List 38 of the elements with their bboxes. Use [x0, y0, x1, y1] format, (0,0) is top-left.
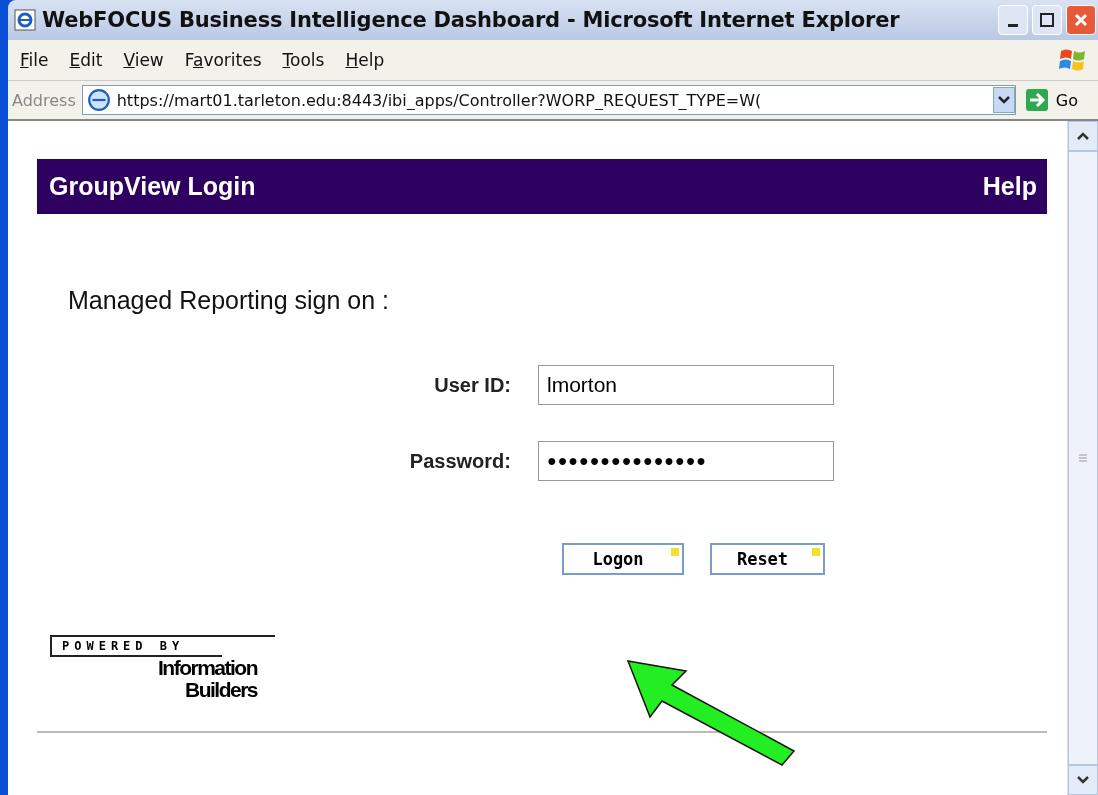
logon-button[interactable]: Logon — [562, 543, 684, 575]
maximize-button[interactable] — [1032, 5, 1062, 35]
help-link[interactable]: Help — [982, 172, 1037, 201]
field-label: Password: — [408, 449, 511, 473]
field-label: User ID: — [433, 373, 511, 397]
vertical-scrollbar[interactable] — [1067, 121, 1098, 795]
close-icon — [1073, 12, 1089, 28]
window-title: WebFOCUS Business Intelligence Dashboard - Microsoft Internet Explorer — [42, 8, 900, 32]
minimize-icon — [1008, 23, 1018, 27]
logo-text: Information — [158, 657, 257, 680]
menu-item[interactable]: File — [12, 50, 62, 70]
chevron-down-icon — [997, 95, 1010, 105]
chevron-up-icon — [1077, 131, 1089, 141]
close-button[interactable] — [1066, 5, 1096, 35]
address-label: Address — [12, 90, 76, 110]
logo-tagline: POWERED BY — [50, 637, 222, 657]
url-text: https://mart01.tarleton.edu:8443/ibi_apps/Controller?WORP_REQUEST_TYPE=W( — [116, 90, 763, 110]
address-field[interactable]: https://mart01.tarleton.edu:8443/ibi_apps/Controller?WORP_REQUEST_TYPE=W( — [81, 85, 1016, 115]
grip-icon — [1079, 453, 1087, 463]
form-heading: Managed Reporting sign on : — [68, 286, 391, 315]
menu-item[interactable]: Help — [337, 50, 398, 70]
chevron-down-icon — [1077, 775, 1089, 785]
arrow-right-icon — [1025, 89, 1048, 111]
page-icon — [86, 88, 111, 112]
menu-item[interactable]: Favorites — [176, 50, 275, 70]
logo-text: Builders — [184, 679, 257, 702]
minimize-button[interactable] — [998, 5, 1028, 35]
dropdown-button[interactable] — [992, 87, 1015, 113]
input-field[interactable]: lmorton — [538, 365, 834, 405]
maximize-icon — [1039, 12, 1055, 28]
browser-icon — [14, 9, 36, 31]
reset-button[interactable]: Reset — [710, 543, 825, 575]
menu-item[interactable]: Edit — [61, 50, 116, 70]
menu-item[interactable]: View — [115, 50, 177, 70]
go-button[interactable]: Go — [1021, 89, 1094, 111]
page-title: GroupView Login — [49, 172, 256, 201]
menu-item[interactable]: Tools — [274, 50, 338, 70]
input-field[interactable]: ●●●●●●●●●●●●●●● — [538, 441, 834, 481]
